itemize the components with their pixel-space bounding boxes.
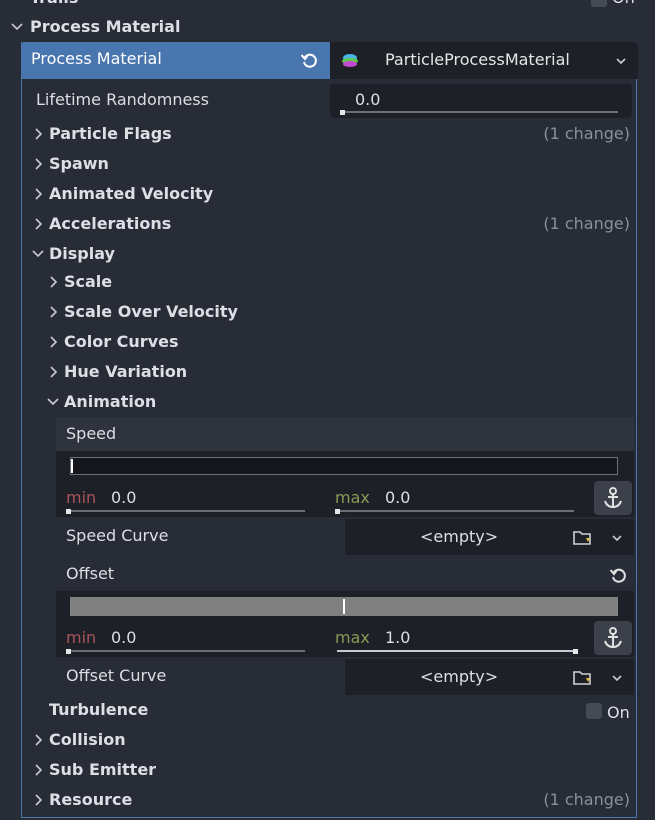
offset-range-bar[interactable] xyxy=(70,597,618,616)
chevron-right-icon[interactable] xyxy=(29,155,47,173)
chevron-right-icon[interactable] xyxy=(44,333,62,351)
chevron-right-icon[interactable] xyxy=(29,731,47,749)
subgroup-scale-over-velocity[interactable]: Scale Over Velocity xyxy=(64,302,238,322)
speed-max-value[interactable]: 0.0 xyxy=(385,488,410,508)
chevron-down-icon[interactable] xyxy=(608,669,626,687)
speed-min-track xyxy=(68,510,305,512)
speed-min-value[interactable]: 0.0 xyxy=(111,488,136,508)
group-resource[interactable]: Resource xyxy=(49,790,132,810)
offset-max-label: max xyxy=(335,628,370,647)
chevron-right-icon[interactable] xyxy=(29,125,47,143)
speed-header xyxy=(56,417,634,451)
speed-curve-value: <empty> xyxy=(420,527,499,546)
anchor-icon xyxy=(604,487,622,509)
offset-min-knob[interactable] xyxy=(66,649,71,654)
speed-max-label: max xyxy=(335,488,370,507)
subgroup-scale[interactable]: Scale xyxy=(64,272,112,292)
offset-min-track xyxy=(68,650,305,652)
speed-curve-label: Speed Curve xyxy=(66,526,169,545)
offset-curve-label: Offset Curve xyxy=(66,666,167,685)
offset-link-button[interactable] xyxy=(594,621,632,655)
lifetime-label: Lifetime Randomness xyxy=(36,90,209,109)
chevron-right-icon[interactable] xyxy=(29,215,47,233)
offset-label: Offset xyxy=(66,564,115,583)
subgroup-color-curves[interactable]: Color Curves xyxy=(64,332,179,352)
chevron-right-icon[interactable] xyxy=(44,273,62,291)
lifetime-slider-track xyxy=(342,111,618,113)
trails-toggle-label: On xyxy=(612,0,635,8)
speed-max-knob[interactable] xyxy=(335,509,340,514)
chevron-down-icon[interactable] xyxy=(608,529,626,547)
speed-range-bar[interactable] xyxy=(70,457,618,475)
change-badge: (1 change) xyxy=(543,790,630,809)
trails-checkbox[interactable] xyxy=(591,0,607,7)
speed-link-button[interactable] xyxy=(594,481,632,515)
resource-name: ParticleProcessMaterial xyxy=(385,50,570,69)
trails-label: Trails xyxy=(30,0,78,8)
turbulence-checkbox[interactable] xyxy=(586,703,602,719)
chevron-right-icon[interactable] xyxy=(29,761,47,779)
chevron-down-icon[interactable] xyxy=(612,52,630,70)
chevron-right-icon[interactable] xyxy=(29,185,47,203)
group-sub-emitter[interactable]: Sub Emitter xyxy=(49,760,156,780)
offset-max-knob[interactable] xyxy=(573,649,578,654)
chevron-right-icon[interactable] xyxy=(29,791,47,809)
material-header-label: Process Material xyxy=(31,49,162,68)
offset-min-value[interactable]: 0.0 xyxy=(111,628,136,648)
group-spawn[interactable]: Spawn xyxy=(49,154,109,174)
subgroup-animation[interactable]: Animation xyxy=(64,392,156,412)
chevron-down-icon[interactable] xyxy=(44,393,62,411)
revert-icon[interactable] xyxy=(608,565,628,585)
group-animated-velocity[interactable]: Animated Velocity xyxy=(49,184,213,204)
lifetime-value: 0.0 xyxy=(355,90,381,109)
section-title[interactable]: Process Material xyxy=(30,17,180,37)
offset-max-value[interactable]: 1.0 xyxy=(385,628,410,648)
speed-min-label: min xyxy=(66,488,97,507)
speed-min-knob[interactable] xyxy=(66,509,71,514)
offset-min-label: min xyxy=(66,628,97,647)
group-turbulence: Turbulence xyxy=(49,700,149,719)
chevron-down-icon[interactable] xyxy=(29,245,47,263)
load-folder-icon[interactable] xyxy=(572,668,594,686)
speed-max-track xyxy=(337,510,574,512)
revert-icon[interactable] xyxy=(299,50,319,70)
group-accelerations[interactable]: Accelerations xyxy=(49,214,171,234)
speed-label: Speed xyxy=(66,424,117,443)
change-badge: (1 change) xyxy=(543,124,630,143)
change-badge: (1 change) xyxy=(543,214,630,233)
speed-range-marker xyxy=(71,459,73,473)
offset-max-track xyxy=(337,650,574,652)
group-collision[interactable]: Collision xyxy=(49,730,126,750)
group-display[interactable]: Display xyxy=(49,244,115,264)
chevron-right-icon[interactable] xyxy=(44,303,62,321)
load-folder-icon[interactable] xyxy=(572,528,594,546)
group-particle-flags[interactable]: Particle Flags xyxy=(49,124,172,144)
anchor-icon xyxy=(604,627,622,649)
particle-material-icon xyxy=(341,53,359,67)
chevron-right-icon[interactable] xyxy=(44,363,62,381)
offset-range-marker xyxy=(343,599,345,614)
chevron-down-icon[interactable] xyxy=(8,18,26,36)
subgroup-hue-variation[interactable]: Hue Variation xyxy=(64,362,187,382)
offset-curve-value: <empty> xyxy=(420,667,499,686)
turbulence-toggle-label: On xyxy=(607,703,630,722)
lifetime-slider-knob[interactable] xyxy=(340,110,345,115)
